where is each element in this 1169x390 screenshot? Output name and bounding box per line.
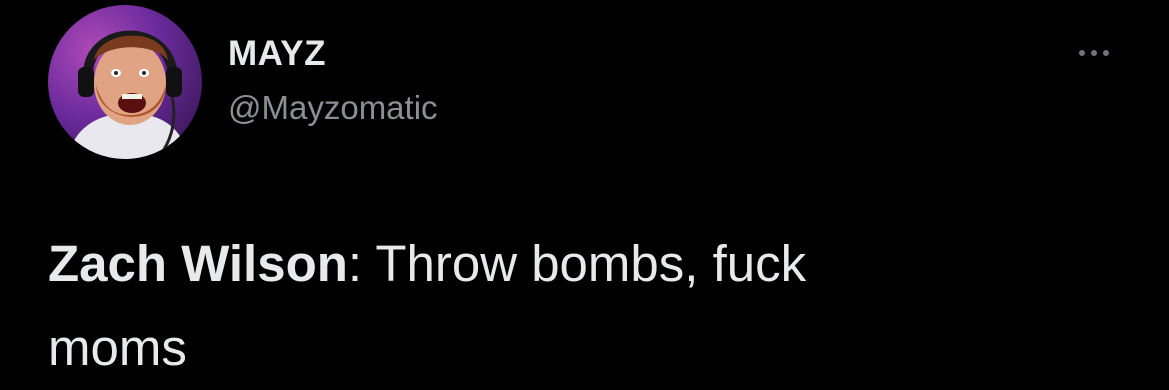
tweet: MAYZ @Mayzomatic Zach Wilson: Throw bomb…: [0, 0, 1169, 389]
avatar[interactable]: [48, 5, 202, 159]
tweet-text-line2: moms: [48, 319, 187, 376]
profile-photo-icon: [68, 30, 188, 159]
more-dots-icon: [1091, 50, 1097, 56]
more-dots-icon: [1079, 50, 1085, 56]
tweet-text-line1: Throw bombs, fuck: [362, 235, 807, 292]
more-dots-icon: [1103, 50, 1109, 56]
speaker-separator: :: [347, 235, 363, 292]
tweet-text: Zach Wilson: Throw bombs, fuck moms: [48, 222, 1048, 390]
speaker-name: Zach Wilson: [48, 235, 348, 292]
display-name[interactable]: MAYZ: [228, 34, 326, 74]
user-handle[interactable]: @Mayzomatic: [228, 89, 438, 127]
more-options-button[interactable]: [1068, 38, 1120, 68]
